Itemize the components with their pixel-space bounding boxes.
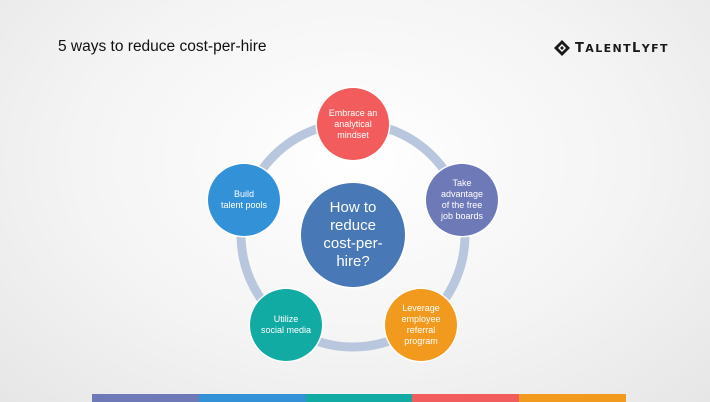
way-node-analytical-mindset: Embrace an analytical mindset xyxy=(317,88,389,160)
way-node-label: Take advantage of the free job boards xyxy=(440,178,484,221)
way-node-label: Embrace an analytical mindset xyxy=(328,107,378,140)
center-question-text: How to reduce cost-per- hire? xyxy=(323,199,383,270)
way-node-talent-pools: Build talent pools xyxy=(208,164,280,236)
footer-color-segment xyxy=(198,394,306,402)
way-node-social-media: Utilize social media xyxy=(250,289,322,361)
way-node-free-job-boards: Take advantage of the free job boards xyxy=(426,164,498,236)
footer-color-segment xyxy=(519,394,626,402)
way-node-label: Leverage employee referral program xyxy=(401,303,441,346)
footer-color-segment xyxy=(92,394,199,402)
footer-color-segment xyxy=(305,394,413,402)
way-node-label: Utilize social media xyxy=(260,314,312,335)
way-node-employee-referral: Leverage employee referral program xyxy=(385,289,457,361)
center-question-circle: How to reduce cost-per- hire? xyxy=(301,183,405,287)
footer-color-bar xyxy=(92,394,626,402)
footer-color-segment xyxy=(412,394,520,402)
way-node-label: Build talent pools xyxy=(220,189,268,210)
